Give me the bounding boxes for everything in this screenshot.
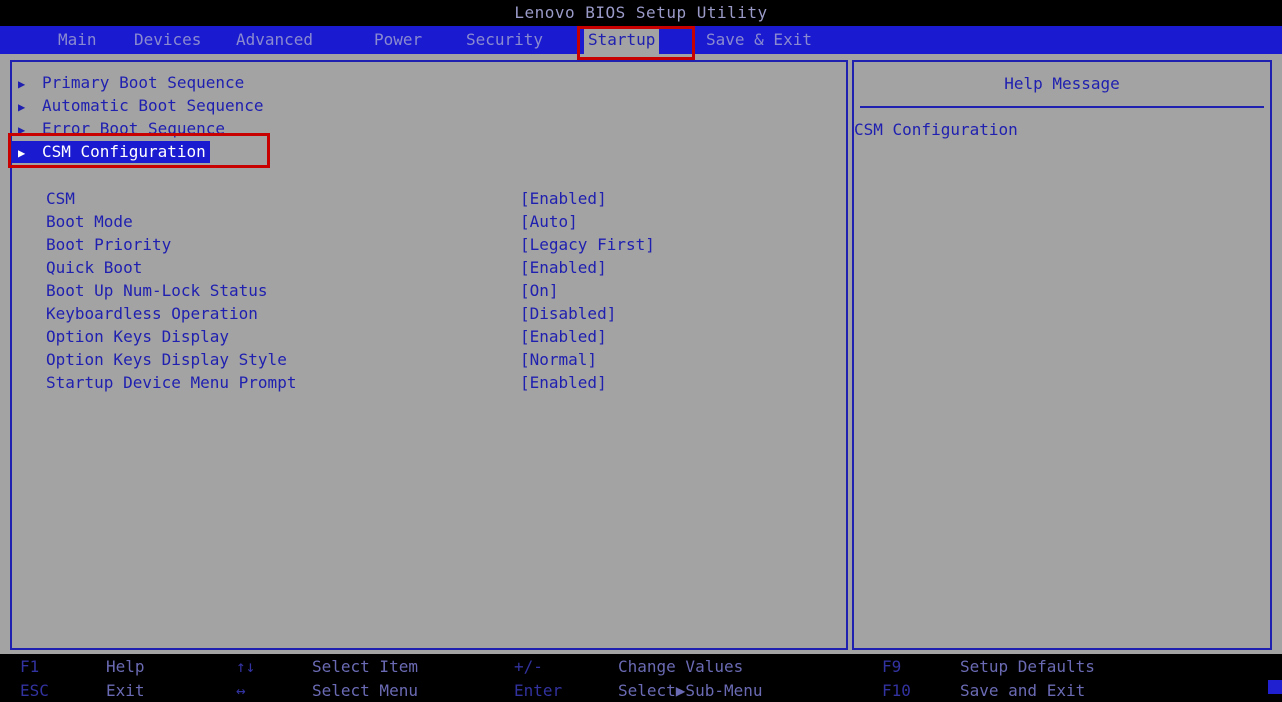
tab-startup[interactable]: Startup [584, 26, 660, 54]
submenu-label: Primary Boot Sequence [42, 73, 245, 92]
key-esc: ESC [20, 681, 49, 700]
setting-label-startup-device-menu-prompt[interactable]: Startup Device Menu Prompt [46, 372, 296, 394]
tab-save-exit[interactable]: Save & Exit [702, 26, 816, 54]
setting-label-option-keys-display-style[interactable]: Option Keys Display Style [46, 349, 287, 371]
key-f10-desc: Save and Exit [960, 681, 1086, 700]
key-f1-desc: Help [106, 657, 145, 676]
bios-title: Lenovo BIOS Setup Utility [0, 0, 1282, 26]
tab-security[interactable]: Security [462, 26, 547, 54]
key-f9-desc: Setup Defaults [960, 657, 1095, 676]
setting-label-csm[interactable]: CSM [46, 188, 75, 210]
setting-label-quick-boot[interactable]: Quick Boot [46, 257, 142, 279]
setting-value-option-keys-display-style[interactable]: [Normal] [520, 349, 597, 371]
setting-label-num-lock-status[interactable]: Boot Up Num-Lock Status [46, 280, 268, 302]
tab-devices[interactable]: Devices [130, 26, 205, 54]
setting-value-keyboardless-operation[interactable]: [Disabled] [520, 303, 616, 325]
setting-label-boot-mode[interactable]: Boot Mode [46, 211, 133, 233]
key-plus-minus: +/- [514, 657, 543, 676]
tab-advanced[interactable]: Advanced [232, 26, 317, 54]
help-divider [860, 106, 1264, 108]
help-panel: Help Message CSM Configuration [852, 60, 1272, 650]
help-title: Help Message [1004, 74, 1120, 93]
key-left-right-icon: ↔ [236, 681, 246, 700]
arrow-right-icon: ▶ [18, 77, 26, 91]
key-f9: F9 [882, 657, 902, 676]
setting-value-quick-boot[interactable]: [Enabled] [520, 257, 607, 279]
key-up-down-icon: ↑↓ [236, 657, 256, 676]
setting-value-boot-priority[interactable]: [Legacy First] [520, 234, 655, 256]
setting-value-startup-device-menu-prompt[interactable]: [Enabled] [520, 372, 607, 394]
submenu-label: Automatic Boot Sequence [42, 96, 264, 115]
submenu-label: CSM Configuration [42, 142, 206, 161]
setting-label-option-keys-display[interactable]: Option Keys Display [46, 326, 229, 348]
setting-value-option-keys-display[interactable]: [Enabled] [520, 326, 607, 348]
setting-label-keyboardless-operation[interactable]: Keyboardless Operation [46, 303, 258, 325]
key-enter: Enter [514, 681, 563, 700]
key-up-down-desc: Select Item [312, 657, 418, 676]
setting-label-boot-priority[interactable]: Boot Priority [46, 234, 171, 256]
footer-keys: F1 Help ↑↓ Select Item +/- Change Values… [0, 654, 1282, 702]
settings-panel: ▶ Primary Boot Sequence ▶ Automatic Boot S… [10, 60, 848, 650]
setting-value-num-lock-status[interactable]: [On] [520, 280, 559, 302]
submenu-csm-configuration[interactable]: ▶ CSM Configuration [12, 141, 210, 163]
tab-power[interactable]: Power [370, 26, 426, 54]
setting-value-csm[interactable]: [Enabled] [520, 188, 607, 210]
submenu-automatic-boot-sequence[interactable]: ▶ Automatic Boot Sequence [18, 95, 264, 117]
menu-bar: Main Devices Advanced Power Security Sta… [0, 26, 1282, 54]
arrow-right-icon: ▶ [18, 146, 26, 160]
submenu-label: Error Boot Sequence [42, 119, 226, 138]
key-f10: F10 [882, 681, 911, 700]
submenu-error-boot-sequence[interactable]: ▶ Error Boot Sequence [18, 118, 225, 140]
corner-marker [1268, 680, 1282, 694]
help-text: CSM Configuration [854, 120, 1018, 139]
key-f1: F1 [20, 657, 40, 676]
submenu-primary-boot-sequence[interactable]: ▶ Primary Boot Sequence [18, 72, 244, 94]
key-enter-desc: Select▶Sub-Menu [618, 681, 763, 700]
arrow-right-icon: ▶ [18, 100, 26, 114]
tab-main[interactable]: Main [54, 26, 101, 54]
key-plus-minus-desc: Change Values [618, 657, 744, 676]
key-esc-desc: Exit [106, 681, 145, 700]
setting-value-boot-mode[interactable]: [Auto] [520, 211, 578, 233]
key-left-right-desc: Select Menu [312, 681, 418, 700]
main-area: ▶ Primary Boot Sequence ▶ Automatic Boot S… [0, 54, 1282, 654]
arrow-right-icon: ▶ [18, 123, 26, 137]
